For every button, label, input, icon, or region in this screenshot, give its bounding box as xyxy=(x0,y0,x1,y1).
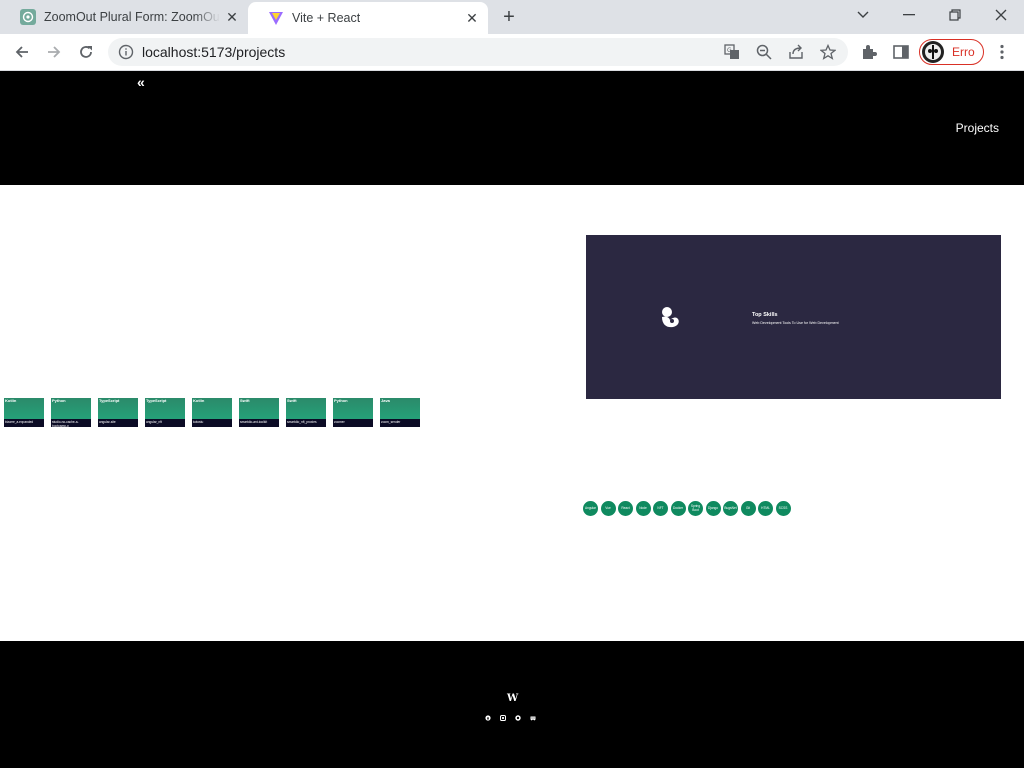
url-text: localhost:5173/projects xyxy=(142,44,286,60)
skills-title: Top Skills xyxy=(752,312,778,318)
skill-badge[interactable]: Django xyxy=(705,501,721,516)
project-name: studio-no-cache-a-bootcamp-p xyxy=(52,420,79,428)
skill-badge[interactable]: Node xyxy=(635,501,651,516)
project-language: Java xyxy=(381,398,390,403)
browser-toolbar: localhost:5173/projects G Erro xyxy=(0,34,1024,71)
project-language: Python xyxy=(334,398,348,403)
linkedin-icon[interactable] xyxy=(485,708,491,721)
social-links xyxy=(485,708,536,721)
project-name: angular_nft xyxy=(146,420,162,424)
top-skills-panel: Top Skills Web Development Tools To Use … xyxy=(586,235,1001,399)
browser-tab-bar: ZoomOut Plural Form: ZoomOuts ✕ Vite + R… xyxy=(0,0,1024,34)
project-card[interactable]: Python zoomer xyxy=(333,398,373,427)
forward-icon[interactable] xyxy=(42,40,66,64)
skill-badge[interactable]: NFT xyxy=(653,501,668,516)
project-card-footer: smartdio_nft_proxies xyxy=(286,419,326,427)
github-icon[interactable] xyxy=(515,708,521,721)
project-card-list: Kotlin bizarre_a.expanded Python studio-no-… xyxy=(4,398,420,428)
tab-title: Vite + React xyxy=(292,11,361,25)
project-card-footer: smartdio-ant-toolkit xyxy=(239,419,279,427)
translate-icon[interactable]: G xyxy=(724,44,740,60)
skills-subtitle: Web Development Tools To Use for Web Dev… xyxy=(752,321,839,325)
project-language: Swift xyxy=(287,398,297,403)
project-language: Kotlin xyxy=(5,398,17,403)
project-language: Python xyxy=(52,398,66,403)
skill-badge[interactable]: Docker xyxy=(670,501,686,516)
tab-title: ZoomOut Plural Form: ZoomOuts xyxy=(44,10,220,24)
project-card-footer: angular_nft xyxy=(145,419,185,427)
project-name: smartdio_nft_proxies xyxy=(287,420,317,424)
project-card-footer: zoomer xyxy=(333,419,373,427)
skill-badge[interactable]: React xyxy=(618,501,633,516)
project-card[interactable]: Swift smartdio-ant-toolkit xyxy=(239,398,279,427)
skill-badge[interactable]: Spring Boot xyxy=(688,501,703,516)
zoom-out-icon[interactable] xyxy=(756,44,772,60)
new-tab-button[interactable]: + xyxy=(498,7,520,29)
project-card[interactable]: Swift smartdio_nft_proxies xyxy=(286,398,326,427)
footer-logo: W xyxy=(507,693,519,704)
tab-zoomout[interactable]: ZoomOut Plural Form: ZoomOuts ✕ xyxy=(0,0,248,34)
project-card[interactable]: Kotlin kotostu xyxy=(192,398,232,427)
menu-dots-icon[interactable] xyxy=(994,44,1010,60)
close-window-button[interactable] xyxy=(978,0,1024,30)
project-language: Kotlin xyxy=(193,398,205,403)
site-header: « Projects xyxy=(0,71,1024,185)
skill-badge[interactable]: Vue xyxy=(600,501,616,516)
project-card-footer: bizarre_a.expanded xyxy=(4,419,44,427)
avatar xyxy=(922,41,944,63)
project-name: zoomer xyxy=(334,420,345,424)
close-icon[interactable]: ✕ xyxy=(224,9,240,25)
project-card[interactable]: Python studio-no-cache-a-bootcamp-p xyxy=(51,398,91,428)
chatgpt-icon xyxy=(20,9,36,25)
back-icon[interactable] xyxy=(10,40,34,64)
site-info-icon[interactable] xyxy=(118,44,134,60)
svg-text:G: G xyxy=(727,47,732,54)
project-language: Swift xyxy=(240,398,250,403)
collapse-sidebar-icon[interactable]: « xyxy=(137,74,145,90)
project-language: TypeScript xyxy=(146,398,167,403)
side-panel-icon[interactable] xyxy=(892,43,910,61)
minimize-button[interactable] xyxy=(886,0,932,30)
project-card-footer: studio-no-cache-a-bootcamp-p xyxy=(51,419,91,428)
address-bar[interactable]: localhost:5173/projects G xyxy=(108,38,848,66)
project-card-footer: angular-site xyxy=(98,419,138,427)
project-card[interactable]: Java zoom_sender xyxy=(380,398,420,427)
project-name: zoom_sender xyxy=(381,420,401,424)
reload-icon[interactable] xyxy=(74,40,98,64)
project-name: kotostu xyxy=(193,420,204,424)
tab-search-icon[interactable] xyxy=(840,0,886,30)
project-name: angular-site xyxy=(99,420,116,424)
nav-link-projects[interactable]: Projects xyxy=(956,121,999,135)
bookmark-star-icon[interactable] xyxy=(820,44,836,60)
developer-illustration-icon xyxy=(662,307,679,328)
skill-badge[interactable]: SCSS xyxy=(775,501,791,516)
restore-button[interactable] xyxy=(932,0,978,30)
site-footer: W xyxy=(0,641,1024,768)
vite-icon xyxy=(269,12,283,25)
tab-vite-react[interactable]: Vite + React ✕ xyxy=(248,2,488,34)
share-icon[interactable] xyxy=(788,44,804,60)
profile-button[interactable]: Erro xyxy=(919,39,984,65)
close-icon[interactable]: ✕ xyxy=(464,10,480,26)
skill-badge[interactable]: Angular xyxy=(583,501,598,516)
extensions-icon[interactable] xyxy=(860,43,878,61)
project-name: smartdio-ant-toolkit xyxy=(240,420,268,424)
instagram-icon[interactable] xyxy=(500,708,506,721)
project-card[interactable]: TypeScript angular_nft xyxy=(145,398,185,427)
discord-icon[interactable] xyxy=(530,708,536,721)
skill-badge-row: Angular Vue React Node NFT Docker Spring Boot D… xyxy=(583,501,791,516)
project-card[interactable]: Kotlin bizarre_a.expanded xyxy=(4,398,44,427)
project-name: bizarre_a.expanded xyxy=(5,420,34,424)
skill-badge[interactable]: HTML xyxy=(758,501,773,516)
skill-badge[interactable]: Git xyxy=(740,501,756,516)
profile-label: Erro xyxy=(952,45,975,59)
project-language: TypeScript xyxy=(99,398,120,403)
project-card[interactable]: TypeScript angular-site xyxy=(98,398,138,427)
project-card-footer: kotostu xyxy=(192,419,232,427)
skill-badge[interactable]: BugsNet xyxy=(723,501,738,516)
project-card-footer: zoom_sender xyxy=(380,419,420,427)
